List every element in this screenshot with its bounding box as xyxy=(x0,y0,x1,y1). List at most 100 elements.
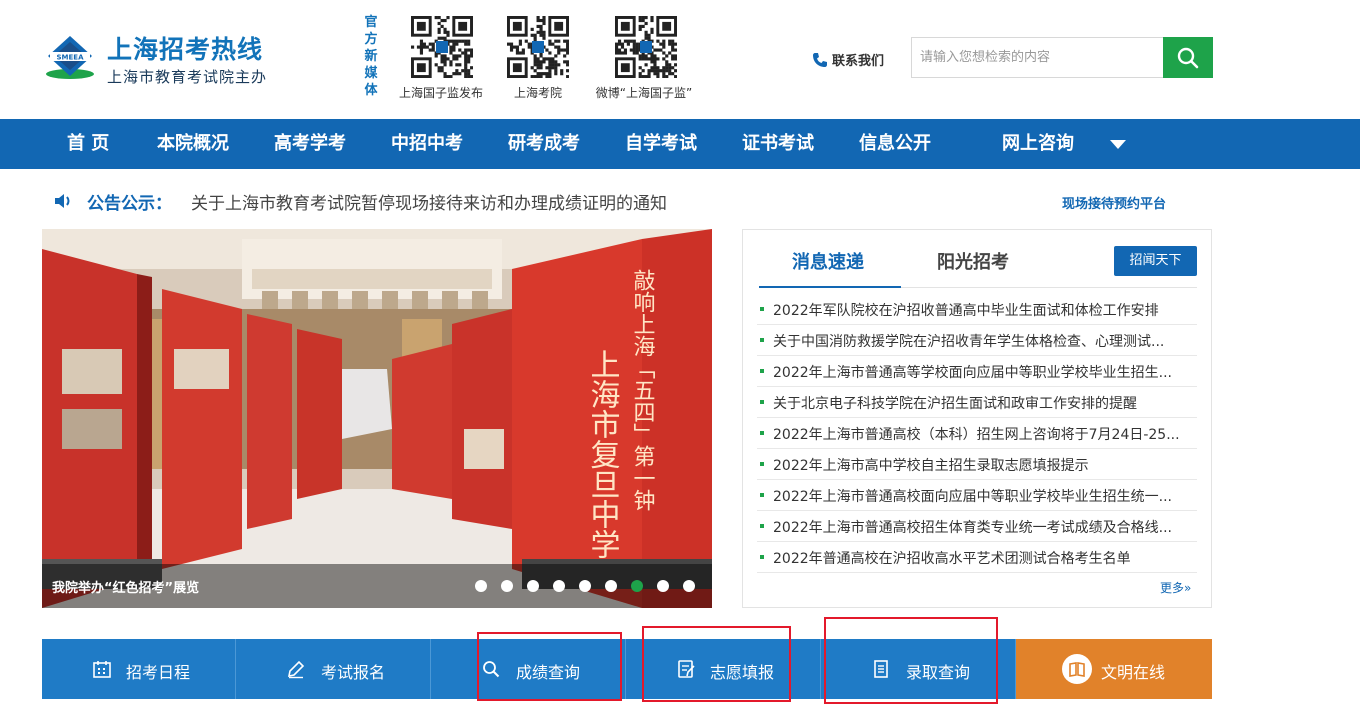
notice-label: 公告公示： xyxy=(87,194,172,214)
list-item[interactable]: 关于北京电子科技学院在沪招生面试和政审工作安排的提醒 xyxy=(757,387,1197,418)
quick-links-bar: 招考日程 考试报名 成绩查询 志愿填报 录取查询 文明在线 xyxy=(42,639,1212,699)
news-item-title: 2022年上海市普通高校面向应届中等职业学校毕业生招生统一... xyxy=(773,489,1172,505)
carousel-caption: 我院举办“红色招考”展览 xyxy=(52,581,200,596)
quick-link-civility-online[interactable]: 文明在线 xyxy=(1016,639,1212,699)
search-input[interactable] xyxy=(911,37,1164,78)
bullet-icon xyxy=(760,524,764,528)
book-icon-circle xyxy=(1062,654,1092,684)
official-media-label: 官方新媒体 xyxy=(364,15,378,98)
search-icon xyxy=(1177,47,1199,68)
news-item-title: 2022年上海市普通高校（本科）招生网上咨询将于7月24日-25... xyxy=(773,427,1180,443)
pencil-icon xyxy=(287,660,305,679)
site-header: SMEEA 上海招考热线 上海市教育考试院主办 官方新媒体 上海国子监发布 上海… xyxy=(0,0,1360,119)
list-item[interactable]: 2022年上海市普通高校招生体育类专业统一考试成绩及合格线... xyxy=(757,511,1197,542)
list-item[interactable]: 2022年上海市普通高校面向应届中等职业学校毕业生招生统一... xyxy=(757,480,1197,511)
nav-item-zhongkao[interactable]: 中招中考 xyxy=(391,119,463,169)
news-item-title: 关于北京电子科技学院在沪招生面试和政审工作安排的提醒 xyxy=(773,396,1137,412)
quick-link-label: 招考日程 xyxy=(126,663,191,682)
image-carousel[interactable]: 上海市复旦中学 敲响上海「五四」第一钟 我院举办“红色招考”展览 xyxy=(42,229,712,608)
quick-link-label: 文明在线 xyxy=(1101,663,1166,682)
news-panel: 消息速递 阳光招考 招闻天下 2022年军队院校在沪招收普通高中毕业生面试和体检… xyxy=(742,229,1212,608)
nav-item-certificate[interactable]: 证书考试 xyxy=(742,119,814,169)
tab-sunshine-admission[interactable]: 阳光招考 xyxy=(937,248,1009,274)
main-nav: 首 页 本院概况 高考学考 中招中考 研考成考 自学考试 证书考试 信息公开 网… xyxy=(0,119,1360,169)
notice-text-link[interactable]: 关于上海市教育考试院暂停现场接待来访和办理成绩证明的通知 xyxy=(191,189,667,214)
nav-dropdown-arrow-icon[interactable] xyxy=(1110,140,1126,149)
phone-icon xyxy=(813,53,827,67)
qr-caption-kaoyuan: 上海考院 xyxy=(513,86,563,100)
qr-caption-weibo: 微博“上海国子监” xyxy=(595,86,693,100)
list-item[interactable]: 关于中国消防救援学院在沪招收青年学生体格检查、心理测试... xyxy=(757,325,1197,356)
nav-item-consult[interactable]: 网上咨询 xyxy=(1002,119,1074,169)
carousel-dot-2[interactable] xyxy=(501,580,513,592)
list-item[interactable]: 2022年军队院校在沪招收普通高中毕业生面试和体检工作安排 xyxy=(757,294,1197,325)
carousel-dot-6[interactable] xyxy=(605,580,617,592)
nav-item-home[interactable]: 首 页 xyxy=(67,119,109,169)
news-item-title: 2022年上海市高中学校自主招生录取志愿填报提示 xyxy=(773,458,1089,474)
nav-item-zixue[interactable]: 自学考试 xyxy=(625,119,697,169)
news-item-title: 2022年军队院校在沪招收普通高中毕业生面试和体检工作安排 xyxy=(773,303,1159,319)
carousel-dot-1[interactable] xyxy=(475,580,487,592)
bullet-icon xyxy=(760,493,764,497)
qr-code-icon xyxy=(507,16,570,79)
nav-item-gaokao[interactable]: 高考学考 xyxy=(274,119,346,169)
exhibition-panel-text-side: 敲响上海「五四」第一钟 xyxy=(630,269,656,511)
exhibition-photo: 上海市复旦中学 敲响上海「五四」第一钟 xyxy=(42,229,712,608)
quick-link-exam-schedule[interactable]: 招考日程 xyxy=(42,639,236,699)
nav-item-disclosure[interactable]: 信息公开 xyxy=(859,119,931,169)
carousel-dot-3[interactable] xyxy=(527,580,539,592)
news-item-title: 关于中国消防救援学院在沪招收青年学生体格检查、心理测试... xyxy=(773,334,1165,350)
booking-platform-link[interactable]: 现场接待预约平台 xyxy=(1062,193,1166,212)
news-item-title: 2022年上海市普通高校招生体育类专业统一考试成绩及合格线... xyxy=(773,520,1172,536)
calendar-icon xyxy=(93,661,111,678)
list-item[interactable]: 2022年上海市普通高等学校面向应届中等职业学校毕业生招生... xyxy=(757,356,1197,387)
carousel-dot-9[interactable] xyxy=(683,580,695,592)
bullet-icon xyxy=(760,400,764,404)
qr-code-weibo xyxy=(615,16,678,79)
qr-code-icon xyxy=(615,16,678,79)
qr-code-icon xyxy=(411,16,474,79)
list-item[interactable]: 2022年上海市普通高校（本科）招生网上咨询将于7月24日-25... xyxy=(757,418,1197,449)
quick-link-registration[interactable]: 考试报名 xyxy=(236,639,431,699)
nav-item-yankao[interactable]: 研考成考 xyxy=(508,119,580,169)
bullet-icon xyxy=(760,369,764,373)
book-icon xyxy=(1069,662,1085,677)
bullet-icon xyxy=(760,431,764,435)
news-item-title: 2022年上海市普通高等学校面向应届中等职业学校毕业生招生... xyxy=(773,365,1172,381)
tab-news-express[interactable]: 消息速递 xyxy=(792,248,864,274)
exhibition-panel-text-main: 上海市复旦中学 xyxy=(585,349,621,559)
news-item-title: 2022年普通高校在沪招收高水平艺术团测试合格考生名单 xyxy=(773,551,1131,567)
speaker-icon xyxy=(55,194,70,208)
contact-us-label: 联系我们 xyxy=(832,54,885,69)
site-subtitle: 上海市教育考试院主办 xyxy=(107,68,268,86)
news-world-button[interactable]: 招闻天下 xyxy=(1114,246,1197,276)
highlight-box-application xyxy=(642,626,791,702)
bullet-icon xyxy=(760,462,764,466)
bullet-icon xyxy=(760,338,764,342)
carousel-dot-8[interactable] xyxy=(657,580,669,592)
tab-active-underline xyxy=(759,286,901,288)
search-button[interactable] xyxy=(1163,37,1213,78)
qr-code-kaoyuan xyxy=(507,16,570,79)
bullet-icon xyxy=(760,555,764,559)
nav-item-about[interactable]: 本院概况 xyxy=(157,119,229,169)
more-link[interactable]: 更多» xyxy=(1160,579,1191,596)
qr-caption-guozijian: 上海国子监发布 xyxy=(398,86,484,100)
site-logo[interactable]: SMEEA 上海招考热线 上海市教育考试院主办 xyxy=(44,30,274,86)
site-title: 上海招考热线 xyxy=(107,35,264,64)
contact-us-link[interactable]: 联系我们 xyxy=(812,50,884,69)
carousel-dot-7[interactable] xyxy=(631,580,643,592)
carousel-dot-4[interactable] xyxy=(553,580,565,592)
list-item[interactable]: 2022年上海市高中学校自主招生录取志愿填报提示 xyxy=(757,449,1197,480)
bullet-icon xyxy=(760,307,764,311)
qr-code-guozijian xyxy=(411,16,474,79)
news-list: 2022年军队院校在沪招收普通高中毕业生面试和体检工作安排 关于中国消防救援学院… xyxy=(757,294,1197,573)
logo-emblem-icon: SMEEA xyxy=(46,36,94,79)
carousel-dot-5[interactable] xyxy=(579,580,591,592)
carousel-caption-bar: 我院举办“红色招考”展览 xyxy=(42,564,712,608)
highlight-box-admission-query xyxy=(824,617,998,704)
list-item[interactable]: 2022年普通高校在沪招收高水平艺术团测试合格考生名单 xyxy=(757,542,1197,573)
quick-link-label: 考试报名 xyxy=(321,663,386,682)
highlight-box-score-query xyxy=(477,632,622,701)
logo-emblem-text: SMEEA xyxy=(57,54,85,62)
